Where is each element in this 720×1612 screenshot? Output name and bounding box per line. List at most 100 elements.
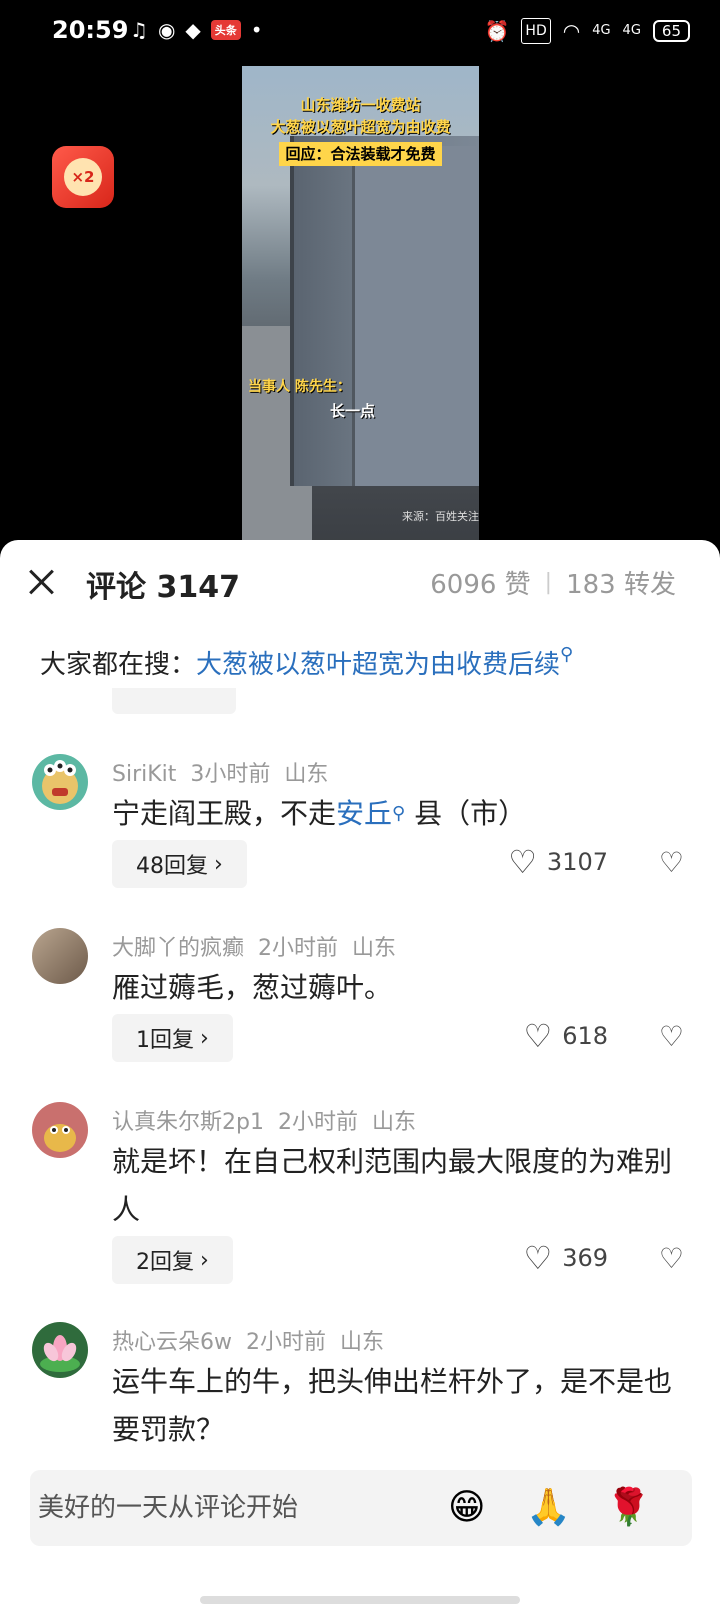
broken-heart-icon[interactable]: ♡ (659, 1242, 684, 1275)
post-stats: 6096 赞 | 183 转发 (430, 564, 676, 601)
username[interactable]: SiriKit (112, 762, 176, 787)
previous-reply-button[interactable] (112, 688, 236, 714)
chevron-right-icon: › (214, 851, 223, 877)
avatar[interactable] (32, 754, 88, 810)
broken-heart-icon[interactable]: ♡ (659, 1020, 684, 1053)
signal-icon-2: 4G (622, 23, 641, 38)
username[interactable]: 认真朱尔斯2p1 (112, 1110, 264, 1135)
likes-count[interactable]: 6096 赞 (430, 564, 530, 601)
comment-input[interactable] (38, 1484, 438, 1532)
comment-item: 热心云朵6w 2小时前 山东 运牛车上的牛，把头伸出栏杆外了，是不是也要罚款？ (0, 1322, 720, 1462)
search-icon[interactable]: ⚲ (392, 803, 405, 824)
comment-input-bar[interactable]: 😁 🙏 🌹 (30, 1470, 692, 1546)
comment-header: 评论 3147 6096 赞 | 183 转发 (0, 540, 720, 626)
home-indicator[interactable] (200, 1596, 520, 1604)
comment-item: SiriKit 3小时前 山东 宁走阎王殿，不走安丘⚲ 县（市） 48回复 › ♡ 31… (0, 754, 720, 904)
avatar-cartoon-icon (44, 1124, 76, 1152)
username[interactable]: 热心云朵6w (112, 1330, 232, 1355)
username[interactable]: 大脚丫的疯癫 (112, 936, 244, 961)
comment-sheet: 评论 3147 6096 赞 | 183 转发 大家都在搜：大葱被以葱叶超宽为由… (0, 540, 720, 1612)
chevron-right-icon: › (200, 1025, 209, 1051)
close-icon[interactable] (24, 564, 60, 600)
heart-icon: ♡ (508, 843, 537, 881)
signal-icon-1: 4G (592, 23, 611, 38)
truck-rear-image (352, 146, 477, 486)
video-title-line3: 回应：合法装载才免费 (279, 142, 442, 166)
red-packet-reward-icon[interactable]: ×2 (52, 146, 114, 208)
battery-icon: 65 (652, 20, 690, 42)
place-link[interactable]: 安丘 (336, 797, 392, 830)
android-icon: ◆ (185, 18, 201, 42)
dot-icon: • (250, 18, 263, 42)
comment-text: 雁过薅毛，葱过薅叶。 (112, 971, 393, 1004)
system-icons: ⏰ HD ◠ 4G 4G 65 (485, 18, 690, 44)
like-button[interactable]: ♡ 3107 (508, 846, 608, 878)
caption-text: 长一点 (330, 402, 376, 420)
avatar[interactable] (32, 1102, 88, 1158)
comment-text: 就是坏！在自己权利范围内最大限度的为难别人 (112, 1145, 673, 1226)
like-button[interactable]: ♡ 618 (524, 1020, 609, 1052)
avatar[interactable] (32, 928, 88, 984)
alarm-icon: ⏰ (484, 19, 510, 43)
hd-icon: HD (521, 18, 551, 44)
comment-text-before: 宁走阎王殿，不走 (112, 797, 337, 830)
comment-meta: 大脚丫的疯癫 2小时前 山东 (112, 930, 410, 962)
listen-app-icon: ♫ (130, 18, 148, 42)
chevron-right-icon: › (200, 1247, 209, 1273)
like-button[interactable]: ♡ 369 (524, 1242, 609, 1274)
reply-count: 1回复 (136, 1028, 194, 1053)
trending-search-label: 大家都在搜： (40, 650, 197, 680)
broken-heart-icon[interactable]: ♡ (659, 846, 684, 879)
pray-emoji-icon[interactable]: 🙏 (526, 1486, 571, 1530)
rose-emoji-icon[interactable]: 🌹 (606, 1486, 651, 1530)
comment-text-after: 县（市） (405, 797, 527, 830)
video-player[interactable]: ×2 山东潍坊一收费站 大葱被以葱叶超宽为由收费 回应：合法装载才免费 当事人 … (0, 66, 720, 546)
comment-time: 2小时前 (277, 1110, 358, 1135)
view-replies-button[interactable]: 48回复 › (112, 840, 247, 888)
status-bar: 20:59 ♫ ◉ ◆ 头条 • ⏰ HD ◠ 4G 4G 65 (0, 0, 720, 66)
clock: 20:59 (52, 16, 129, 44)
notification-icons: ♫ ◉ ◆ 头条 • (130, 18, 263, 42)
comment-meta: SiriKit 3小时前 山东 (112, 756, 342, 788)
comment-location: 山东 (284, 762, 329, 787)
reply-count: 48回复 (136, 854, 208, 879)
wifi-icon: ◠ (562, 19, 581, 43)
video-frame[interactable]: 山东潍坊一收费站 大葱被以葱叶超宽为由收费 回应：合法装载才免费 当事人 陈先生… (242, 66, 479, 544)
toutiao-icon: 头条 (210, 20, 241, 40)
reply-count: 2回复 (136, 1250, 194, 1275)
comment-meta: 认真朱尔斯2p1 2小时前 山东 (112, 1104, 430, 1136)
video-title: 山东潍坊一收费站 大葱被以葱叶超宽为由收费 回应：合法装载才免费 (242, 94, 479, 166)
caption-speaker: 当事人 陈先生： (248, 379, 351, 395)
view-replies-button[interactable]: 2回复 › (112, 1236, 233, 1284)
comment-text: 运牛车上的牛，把头伸出栏杆外了，是不是也要罚款？ (112, 1365, 673, 1446)
comment-time: 2小时前 (258, 936, 339, 961)
comment-location: 山东 (352, 936, 397, 961)
like-count: 369 (562, 1244, 608, 1272)
comment-item: 大脚丫的疯癫 2小时前 山东 雁过薅毛，葱过薅叶。 1回复 › ♡ 618 ♡ (0, 928, 720, 1078)
comment-time: 3小时前 (190, 762, 271, 787)
comment-item: 认真朱尔斯2p1 2小时前 山东 就是坏！在自己权利范围内最大限度的为难别人 2回复… (0, 1102, 720, 1302)
trending-search-link[interactable]: 大葱被以葱叶超宽为由收费后续 (196, 650, 560, 680)
comment-text: 宁走阎王殿，不走安丘⚲ 县（市） (112, 790, 692, 838)
view-replies-button[interactable]: 1回复 › (112, 1014, 233, 1062)
heart-icon: ♡ (523, 1017, 553, 1055)
grin-emoji-icon[interactable]: 😁 (448, 1486, 486, 1530)
like-count: 618 (562, 1022, 608, 1050)
avatar-monster-icon (42, 760, 78, 804)
stats-separator: | (544, 570, 553, 595)
video-source: 来源：百姓关注 (402, 510, 479, 523)
reward-multiplier: ×2 (64, 158, 102, 196)
search-icon[interactable]: ⚲ (560, 644, 573, 665)
video-title-line1: 山东潍坊一收费站 (300, 96, 421, 114)
avatar[interactable] (32, 1322, 88, 1378)
video-title-line2: 大葱被以葱叶超宽为由收费 (270, 118, 451, 136)
avatar-lotus-icon (40, 1335, 80, 1372)
comment-location: 山东 (340, 1330, 385, 1355)
wechat-icon: ◉ (157, 18, 176, 42)
comment-count-title: 评论 3147 (86, 570, 240, 605)
comment-meta: 热心云朵6w 2小时前 山东 (112, 1324, 398, 1356)
shares-count[interactable]: 183 转发 (566, 564, 676, 601)
previous-comment-partial (0, 688, 720, 714)
comment-time: 2小时前 (246, 1330, 326, 1355)
heart-icon: ♡ (523, 1239, 553, 1277)
